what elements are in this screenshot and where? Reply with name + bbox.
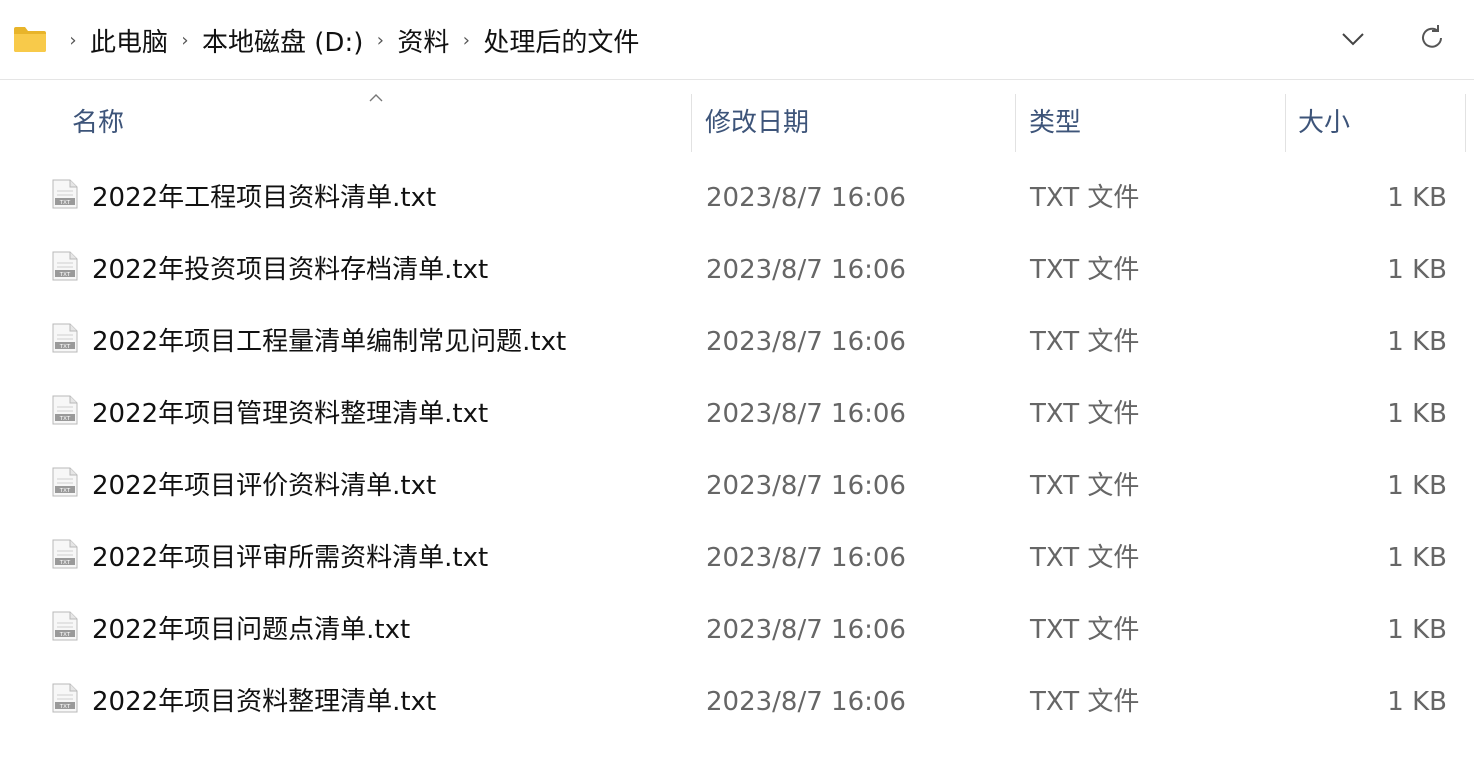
chevron-right-icon[interactable]: › xyxy=(58,30,88,51)
svg-text:TXT: TXT xyxy=(59,272,71,278)
file-size: 1 KB xyxy=(1387,327,1447,357)
file-size: 1 KB xyxy=(1387,615,1447,645)
file-modified-date: 2023/8/7 16:06 xyxy=(706,327,906,357)
file-type: TXT 文件 xyxy=(1030,399,1140,429)
svg-text:TXT: TXT xyxy=(59,200,71,206)
svg-text:TXT: TXT xyxy=(59,632,71,638)
breadcrumb-item-processed-files[interactable]: 处理后的文件 xyxy=(481,22,641,59)
txt-file-icon: TXT xyxy=(52,179,78,209)
svg-text:TXT: TXT xyxy=(59,488,71,494)
file-row[interactable]: TXT 2022年工程项目资料清单.txt 2023/8/7 16:06 TXT… xyxy=(0,162,1474,234)
txt-file-icon: TXT xyxy=(52,323,78,353)
file-size: 1 KB xyxy=(1387,399,1447,429)
file-name: 2022年工程项目资料清单.txt xyxy=(92,183,437,213)
file-size: 1 KB xyxy=(1387,543,1447,573)
column-header-type[interactable]: 类型 xyxy=(1029,94,1081,152)
breadcrumb-item-this-pc[interactable]: 此电脑 xyxy=(88,22,170,59)
file-name: 2022年项目问题点清单.txt xyxy=(92,615,411,645)
column-header-name[interactable]: 名称 xyxy=(72,94,124,152)
chevron-right-icon[interactable]: › xyxy=(451,30,481,51)
file-modified-date: 2023/8/7 16:06 xyxy=(706,687,906,717)
column-divider[interactable] xyxy=(1465,94,1466,152)
svg-text:TXT: TXT xyxy=(59,416,71,422)
file-name: 2022年项目评审所需资料清单.txt xyxy=(92,543,489,573)
file-name: 2022年项目管理资料整理清单.txt xyxy=(92,399,489,429)
address-bar[interactable]: › 此电脑 › 本地磁盘 (D:) › 资料 › 处理后的文件 xyxy=(0,0,1474,80)
file-name: 2022年投资项目资料存档清单.txt xyxy=(92,255,489,285)
txt-file-icon: TXT xyxy=(52,539,78,569)
file-modified-date: 2023/8/7 16:06 xyxy=(706,399,906,429)
column-header-date[interactable]: 修改日期 xyxy=(705,94,809,152)
txt-file-icon: TXT xyxy=(52,611,78,641)
file-type: TXT 文件 xyxy=(1030,183,1140,213)
file-size: 1 KB xyxy=(1387,687,1447,717)
file-modified-date: 2023/8/7 16:06 xyxy=(706,255,906,285)
txt-file-icon: TXT xyxy=(52,251,78,281)
svg-text:TXT: TXT xyxy=(59,560,71,566)
svg-text:TXT: TXT xyxy=(59,344,71,350)
file-name: 2022年项目评价资料清单.txt xyxy=(92,471,437,501)
file-row[interactable]: TXT 2022年项目问题点清单.txt 2023/8/7 16:06 TXT … xyxy=(0,594,1474,666)
column-divider[interactable] xyxy=(691,94,692,152)
sort-ascending-icon xyxy=(369,94,383,102)
file-modified-date: 2023/8/7 16:06 xyxy=(706,183,906,213)
file-row[interactable]: TXT 2022年投资项目资料存档清单.txt 2023/8/7 16:06 T… xyxy=(0,234,1474,306)
file-size: 1 KB xyxy=(1387,255,1447,285)
column-header-row: 名称 修改日期 类型 大小 xyxy=(0,94,1474,152)
file-type: TXT 文件 xyxy=(1030,615,1140,645)
txt-file-icon: TXT xyxy=(52,467,78,497)
chevron-right-icon[interactable]: › xyxy=(365,30,395,51)
file-size: 1 KB xyxy=(1387,471,1447,501)
column-divider[interactable] xyxy=(1015,94,1016,152)
chevron-down-icon[interactable] xyxy=(1338,24,1368,54)
column-header-size[interactable]: 大小 xyxy=(1298,94,1350,152)
chevron-right-icon[interactable]: › xyxy=(170,30,200,51)
file-row[interactable]: TXT 2022年项目评价资料清单.txt 2023/8/7 16:06 TXT… xyxy=(0,450,1474,522)
txt-file-icon: TXT xyxy=(52,683,78,713)
breadcrumb: › 此电脑 › 本地磁盘 (D:) › 资料 › 处理后的文件 xyxy=(58,20,641,60)
file-list: TXT 2022年工程项目资料清单.txt 2023/8/7 16:06 TXT… xyxy=(0,162,1474,738)
file-modified-date: 2023/8/7 16:06 xyxy=(706,615,906,645)
folder-icon xyxy=(14,27,46,52)
txt-file-icon: TXT xyxy=(52,395,78,425)
refresh-icon[interactable] xyxy=(1416,22,1448,54)
file-row[interactable]: TXT 2022年项目管理资料整理清单.txt 2023/8/7 16:06 T… xyxy=(0,378,1474,450)
file-modified-date: 2023/8/7 16:06 xyxy=(706,543,906,573)
file-modified-date: 2023/8/7 16:06 xyxy=(706,471,906,501)
svg-text:TXT: TXT xyxy=(59,704,71,710)
breadcrumb-item-materials[interactable]: 资料 xyxy=(395,22,451,59)
breadcrumb-item-local-disk-d[interactable]: 本地磁盘 (D:) xyxy=(200,22,365,59)
file-size: 1 KB xyxy=(1387,183,1447,213)
file-type: TXT 文件 xyxy=(1030,255,1140,285)
column-divider[interactable] xyxy=(1285,94,1286,152)
file-type: TXT 文件 xyxy=(1030,687,1140,717)
file-row[interactable]: TXT 2022年项目评审所需资料清单.txt 2023/8/7 16:06 T… xyxy=(0,522,1474,594)
file-type: TXT 文件 xyxy=(1030,543,1140,573)
file-row[interactable]: TXT 2022年项目资料整理清单.txt 2023/8/7 16:06 TXT… xyxy=(0,666,1474,738)
file-row[interactable]: TXT 2022年项目工程量清单编制常见问题.txt 2023/8/7 16:0… xyxy=(0,306,1474,378)
file-name: 2022年项目资料整理清单.txt xyxy=(92,687,437,717)
file-name: 2022年项目工程量清单编制常见问题.txt xyxy=(92,327,567,357)
file-type: TXT 文件 xyxy=(1030,471,1140,501)
file-type: TXT 文件 xyxy=(1030,327,1140,357)
